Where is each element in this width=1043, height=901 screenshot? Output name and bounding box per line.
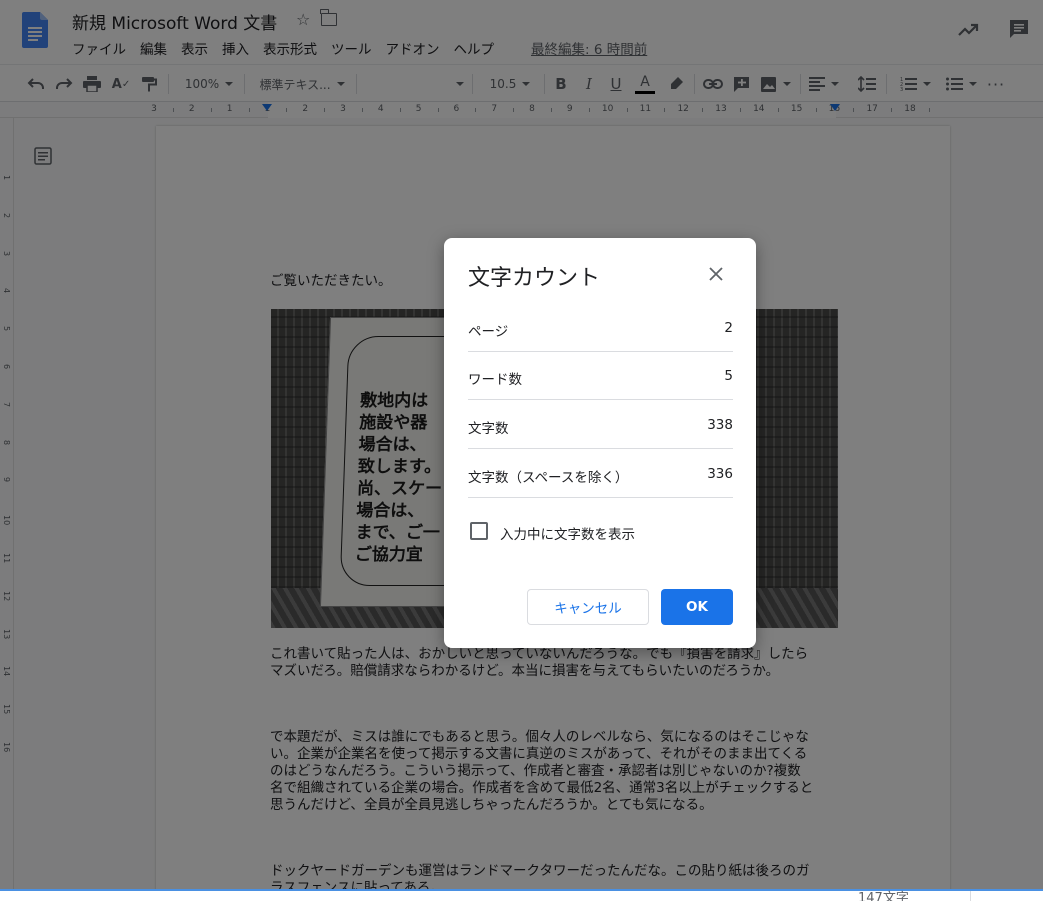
- cancel-button[interactable]: キャンセル: [527, 589, 649, 625]
- close-icon[interactable]: [708, 266, 724, 282]
- count-label: 文字数（スペースを除く）: [468, 470, 629, 486]
- count-label: ワード数: [468, 372, 522, 388]
- count-row-pages: ページ 2: [468, 304, 733, 352]
- count-label: ページ: [468, 324, 509, 340]
- word-count-badge[interactable]: 147文字: [858, 887, 909, 901]
- status-bar: 147文字: [0, 889, 1043, 901]
- word-count-dialog: 文字カウント ページ 2 ワード数 5 文字数 338 文字数（スペースを除く）…: [444, 238, 756, 648]
- count-row-characters-no-spaces: 文字数（スペースを除く） 336: [468, 450, 733, 498]
- count-value: 338: [707, 417, 733, 433]
- count-value: 2: [724, 320, 733, 336]
- count-row-words: ワード数 5: [468, 352, 733, 400]
- show-count-checkbox[interactable]: [470, 522, 488, 540]
- ok-button[interactable]: OK: [661, 589, 733, 625]
- dialog-title: 文字カウント: [468, 266, 601, 291]
- count-row-characters: 文字数 338: [468, 401, 733, 449]
- count-label: 文字数: [468, 421, 509, 437]
- count-value: 5: [724, 368, 733, 384]
- count-value: 336: [707, 466, 733, 482]
- show-count-checkbox-label[interactable]: 入力中に文字数を表示: [500, 523, 635, 543]
